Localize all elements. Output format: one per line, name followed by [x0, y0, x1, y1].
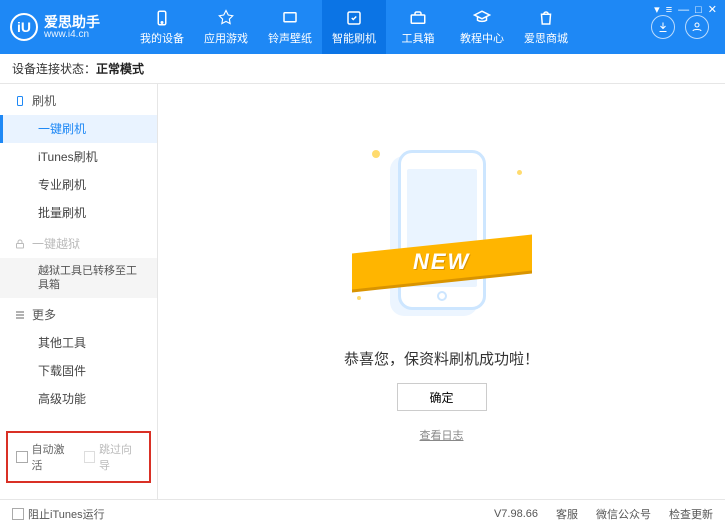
- ok-button[interactable]: 确定: [397, 383, 487, 411]
- status-bar: 设备连接状态： 正常模式: [0, 54, 725, 84]
- tutorial-icon: [472, 8, 492, 28]
- checkbox-highlight-area: 自动激活 跳过向导: [6, 431, 151, 483]
- lock-icon: [14, 238, 26, 250]
- app-url: www.i4.cn: [44, 29, 100, 40]
- sidebar-group-more[interactable]: 更多: [0, 298, 157, 329]
- footer-link-wechat[interactable]: 微信公众号: [596, 506, 651, 522]
- sidebar-item-other-tools[interactable]: 其他工具: [0, 329, 157, 357]
- checkbox-skip-guide[interactable]: 跳过向导: [84, 441, 142, 473]
- sidebar-item-batch-flash[interactable]: 批量刷机: [0, 199, 157, 227]
- maximize-icon[interactable]: □: [695, 4, 702, 16]
- sidebar-jailbreak-note: 越狱工具已转移至工具箱: [0, 258, 157, 298]
- sidebar-item-advanced[interactable]: 高级功能: [0, 385, 157, 413]
- view-log-link[interactable]: 查看日志: [420, 427, 464, 443]
- device-icon: [10, 497, 20, 499]
- main-content: NEW 恭喜您，保资料刷机成功啦！ 确定 查看日志: [158, 84, 725, 499]
- user-button[interactable]: [685, 15, 709, 39]
- menu-icon[interactable]: ≡: [666, 4, 672, 16]
- phone-icon: [14, 95, 26, 107]
- sidebar-group-jailbreak: 一键越狱: [0, 227, 157, 258]
- list-icon: [14, 309, 26, 321]
- sidebar-item-itunes-flash[interactable]: iTunes刷机: [0, 143, 157, 171]
- success-message: 恭喜您，保资料刷机成功啦！: [344, 348, 539, 369]
- header: iU 爱思助手 www.i4.cn 我的设备 应用游戏 铃声壁纸 智能刷机 工具…: [0, 0, 725, 54]
- nav-apps-games[interactable]: 应用游戏: [194, 0, 258, 54]
- checkbox-icon: [84, 451, 96, 463]
- device-icon: [152, 8, 172, 28]
- nav-ringtones[interactable]: 铃声壁纸: [258, 0, 322, 54]
- device-info: iPhone 15 Pro Max 512GB iPhone: [0, 491, 157, 499]
- success-illustration: NEW: [342, 140, 542, 320]
- checkbox-block-itunes[interactable]: 阻止iTunes运行: [12, 506, 105, 522]
- logo-area: iU 爱思助手 www.i4.cn: [10, 13, 130, 41]
- window-controls: ▾ ≡ — □ ✕: [654, 3, 717, 16]
- checkbox-icon: [16, 451, 28, 463]
- device-name[interactable]: iPhone 15 Pro Max: [10, 497, 147, 499]
- nav-my-device[interactable]: 我的设备: [130, 0, 194, 54]
- checkbox-icon: [12, 508, 24, 520]
- nav-tutorials[interactable]: 教程中心: [450, 0, 514, 54]
- sidebar-item-oneclick-flash[interactable]: 一键刷机: [0, 115, 157, 143]
- sidebar-group-flash[interactable]: 刷机: [0, 84, 157, 115]
- logo-icon: iU: [10, 13, 38, 41]
- apps-icon: [216, 8, 236, 28]
- footer-link-update[interactable]: 检查更新: [669, 506, 713, 522]
- main-nav: 我的设备 应用游戏 铃声壁纸 智能刷机 工具箱 教程中心 爱思商城: [130, 0, 651, 54]
- app-name: 爱思助手: [44, 15, 100, 29]
- toolbox-icon: [408, 8, 428, 28]
- header-actions: [651, 15, 715, 39]
- close-icon[interactable]: ✕: [708, 3, 717, 16]
- status-label: 设备连接状态：: [12, 60, 96, 77]
- download-button[interactable]: [651, 15, 675, 39]
- store-icon: [536, 8, 556, 28]
- nav-toolbox[interactable]: 工具箱: [386, 0, 450, 54]
- minimize-icon[interactable]: —: [678, 4, 689, 16]
- footer: 阻止iTunes运行 V7.98.66 客服 微信公众号 检查更新: [0, 499, 725, 527]
- flash-icon: [344, 8, 364, 28]
- phone-icon: [398, 150, 486, 310]
- sidebar-item-pro-flash[interactable]: 专业刷机: [0, 171, 157, 199]
- ringtone-icon: [280, 8, 300, 28]
- footer-link-support[interactable]: 客服: [556, 506, 578, 522]
- nav-smart-flash[interactable]: 智能刷机: [322, 0, 386, 54]
- checkbox-auto-activate[interactable]: 自动激活: [16, 441, 74, 473]
- sidebar: 刷机 一键刷机 iTunes刷机 专业刷机 批量刷机 一键越狱 越狱工具已转移至…: [0, 84, 158, 499]
- sidebar-item-download-firmware[interactable]: 下载固件: [0, 357, 157, 385]
- version-label: V7.98.66: [494, 508, 538, 520]
- gift-icon[interactable]: ▾: [654, 3, 660, 16]
- status-value: 正常模式: [96, 60, 144, 77]
- nav-store[interactable]: 爱思商城: [514, 0, 578, 54]
